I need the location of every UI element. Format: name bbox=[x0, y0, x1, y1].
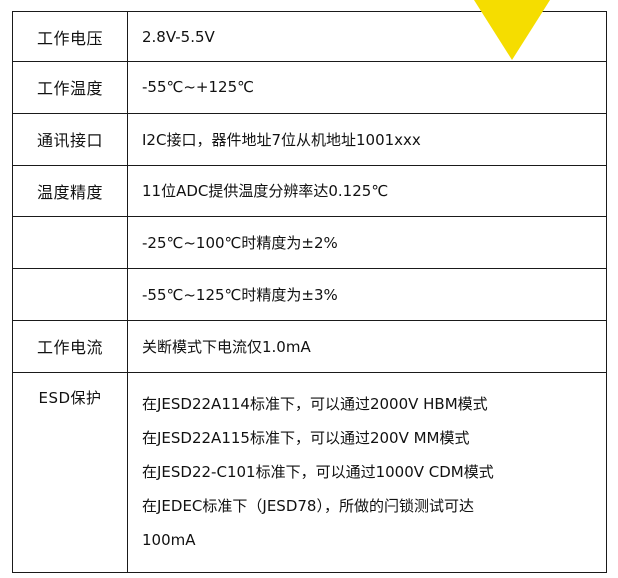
spec-table: 工作电压 2.8V-5.5V 工作温度 -55℃~+125℃ 通讯接口 I2C接… bbox=[12, 10, 607, 574]
table-row: ESD保护 在JESD22A114标准下，可以通过2000V HBM模式 在JE… bbox=[12, 371, 607, 574]
yellow-corner-marker bbox=[474, 0, 550, 60]
esd-line: 在JESD22-C101标准下，可以通过1000V CDM模式 bbox=[142, 462, 494, 481]
esd-line: 在JESD22A114标准下，可以通过2000V HBM模式 bbox=[142, 394, 488, 413]
row-label-accuracy: 温度精度 bbox=[12, 164, 128, 218]
row-label-esd-cell: ESD保护 bbox=[12, 371, 128, 574]
table-row: 通讯接口 I2C接口，器件地址7位从机地址1001xxx bbox=[12, 112, 607, 166]
row-label-interface: 通讯接口 bbox=[12, 112, 128, 166]
row-value-current: 关断模式下电流仅1.0mA bbox=[127, 319, 607, 373]
table-row: 工作温度 -55℃~+125℃ bbox=[12, 61, 607, 114]
row-label-accuracy-3 bbox=[12, 268, 128, 321]
row-label-current: 工作电流 bbox=[12, 319, 128, 373]
row-value-interface: I2C接口，器件地址7位从机地址1001xxx bbox=[127, 112, 607, 166]
table-row: 工作电流 关断模式下电流仅1.0mA bbox=[12, 319, 607, 373]
table-row: -25℃~100℃时精度为±2% bbox=[12, 216, 607, 270]
row-label-accuracy-2 bbox=[12, 216, 128, 270]
row-value-accuracy-3: -55℃~125℃时精度为±3% bbox=[127, 268, 607, 321]
row-label-esd: ESD保护 bbox=[38, 388, 102, 407]
row-value-accuracy-2: -25℃~100℃时精度为±2% bbox=[127, 216, 607, 270]
row-value-esd: 在JESD22A114标准下，可以通过2000V HBM模式 在JESD22A1… bbox=[127, 371, 607, 574]
row-value-temperature: -55℃~+125℃ bbox=[127, 61, 607, 114]
table-row: -55℃~125℃时精度为±3% bbox=[12, 268, 607, 321]
row-value-accuracy: 11位ADC提供温度分辨率达0.125℃ bbox=[127, 164, 607, 218]
table-row: 温度精度 11位ADC提供温度分辨率达0.125℃ bbox=[12, 164, 607, 218]
esd-line: 100mA bbox=[142, 530, 196, 549]
esd-line: 在JEDEC标准下（JESD78），所做的闩锁测试可达 bbox=[142, 496, 474, 515]
esd-line: 在JESD22A115标准下，可以通过200V MM模式 bbox=[142, 428, 470, 447]
row-label-temperature: 工作温度 bbox=[12, 61, 128, 114]
row-label-voltage: 工作电压 bbox=[12, 10, 128, 63]
